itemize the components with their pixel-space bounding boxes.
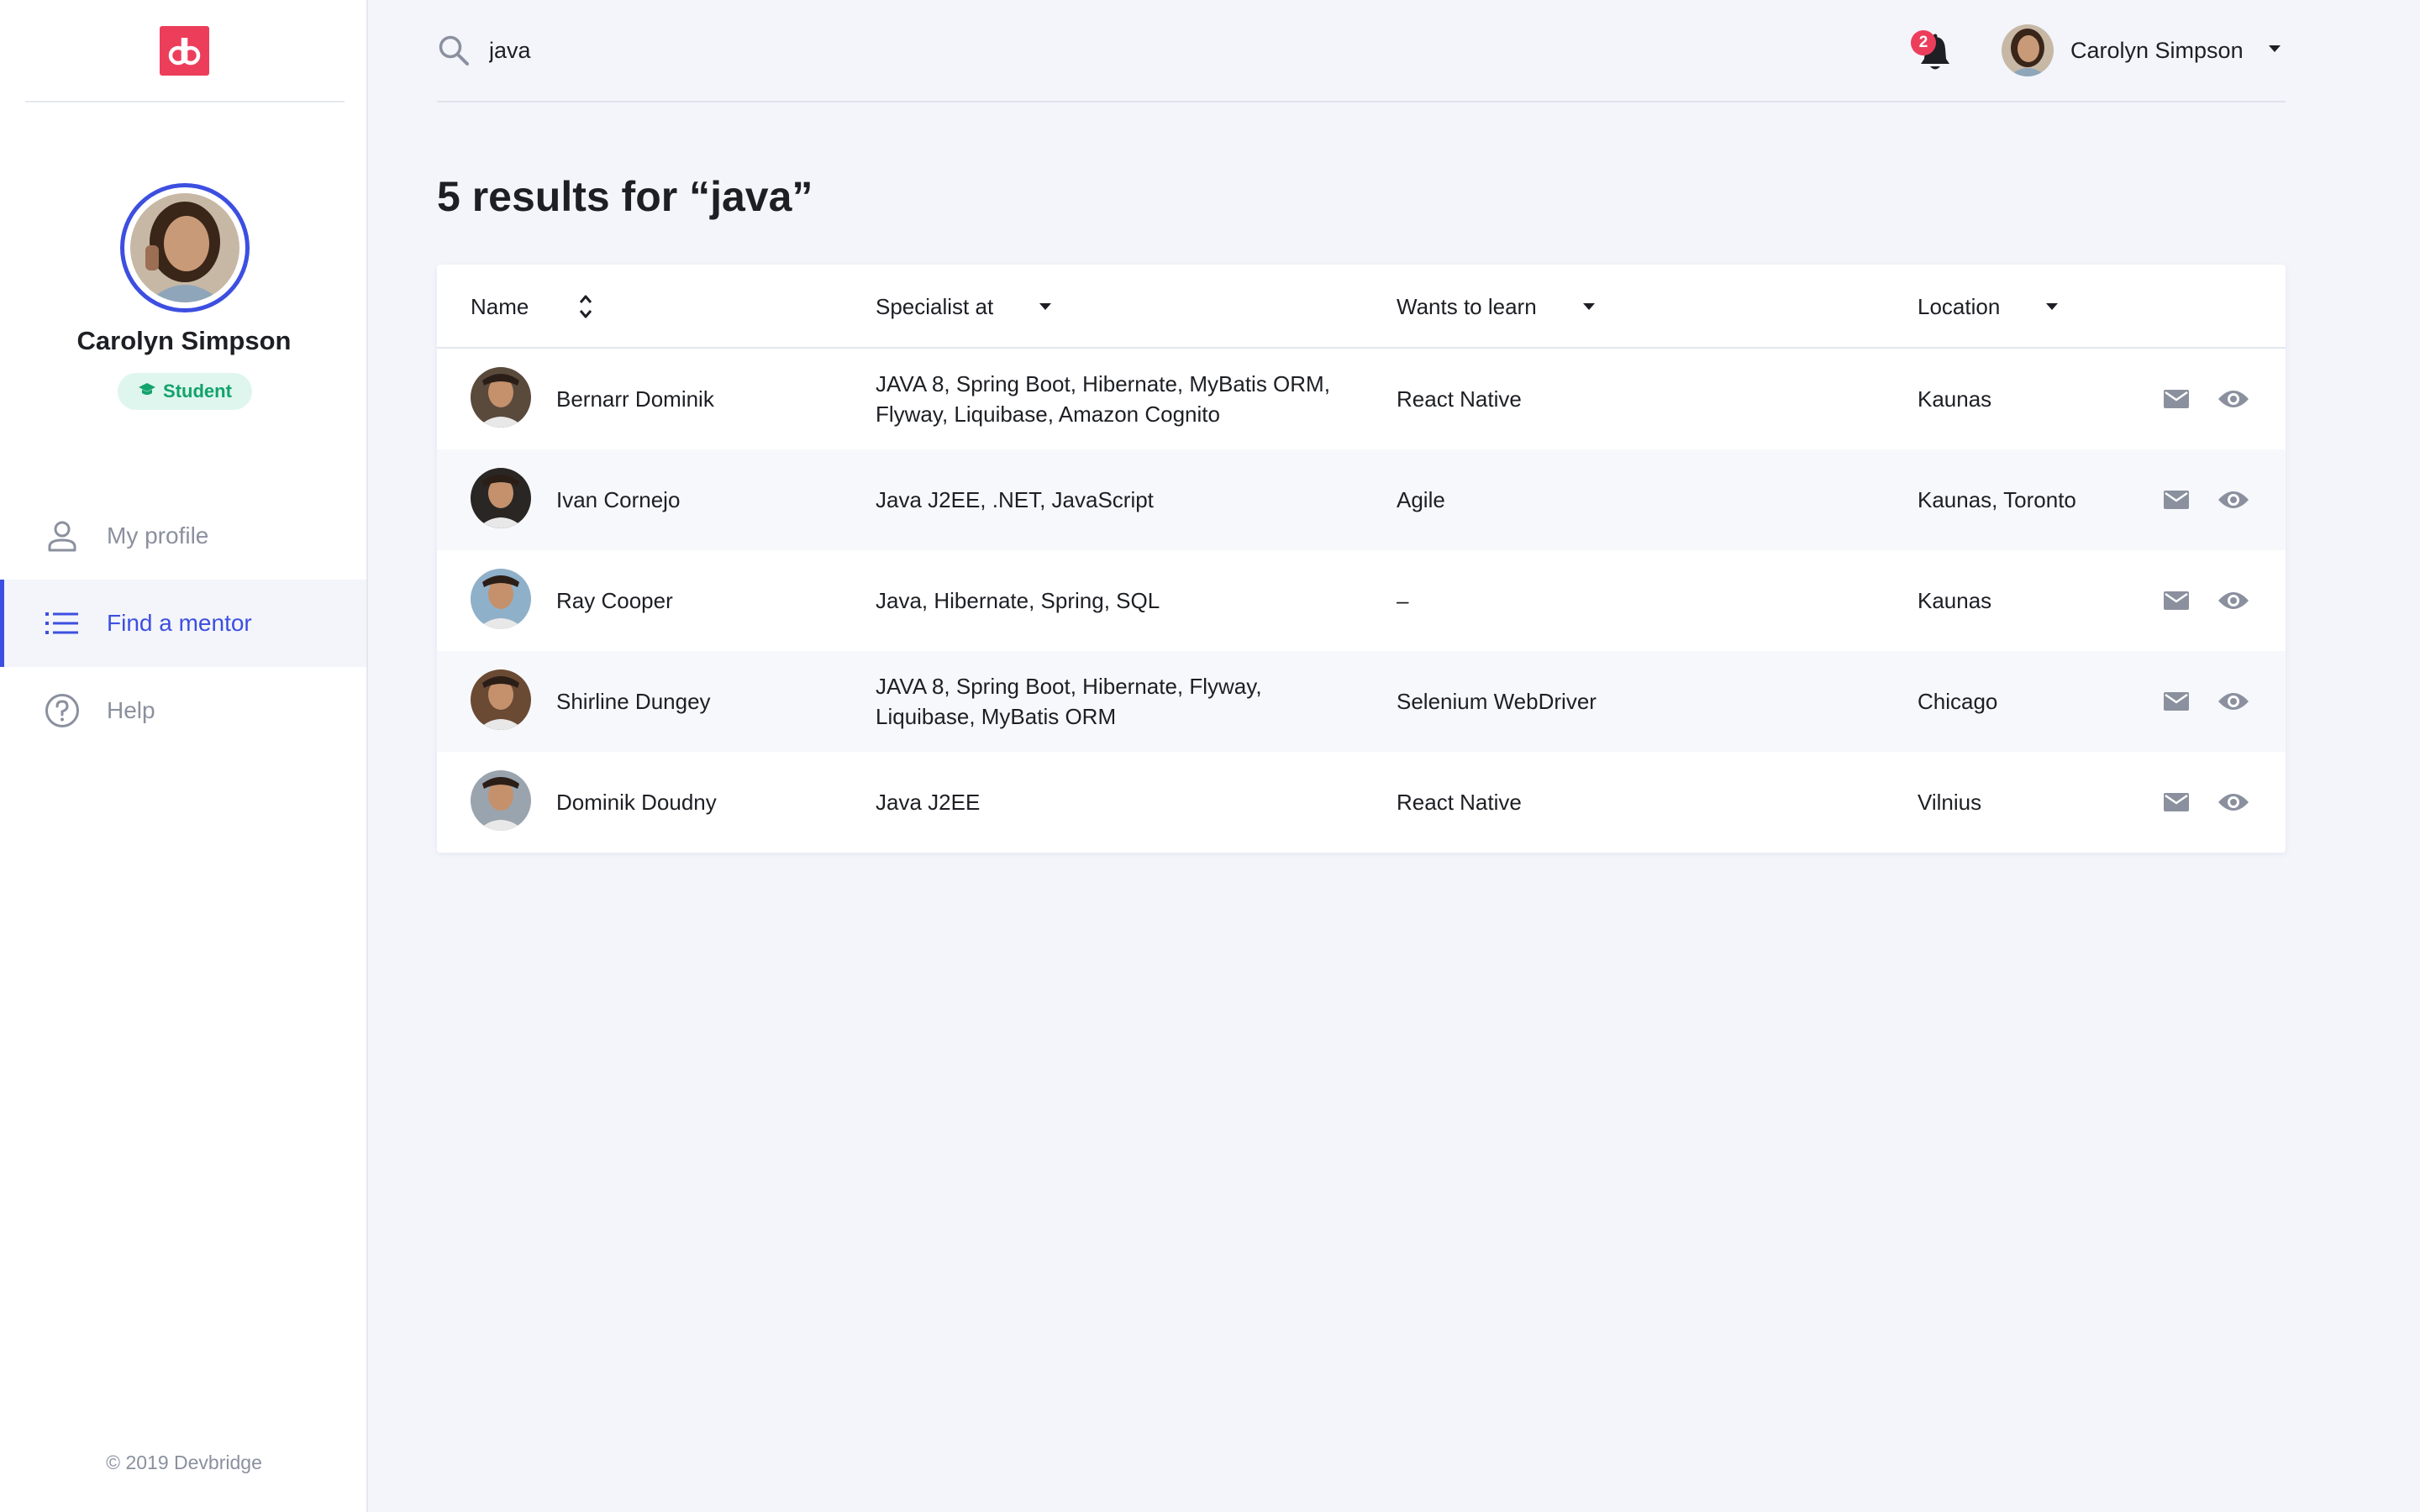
mail-icon[interactable] — [2160, 785, 2193, 819]
specialist-line: Flyway, Liquibase, Amazon Cognito — [876, 402, 1220, 427]
page-title: 5 results for “java” — [437, 173, 813, 220]
table-row[interactable]: Shirline Dungey JAVA 8, Spring Boot, Hibe… — [437, 651, 2286, 752]
specialist-line: JAVA 8, Spring Boot, Hibernate, MyBatis … — [876, 371, 1330, 396]
help-circle-icon — [44, 692, 81, 729]
devbridge-logo[interactable] — [160, 26, 209, 76]
mentor-name[interactable]: Ivan Cornejo — [556, 449, 680, 550]
mentor-specialist-at: JAVA 8, Spring Boot, Hibernate, MyBatis … — [876, 349, 1330, 449]
copyright: © 2019 Devbridge — [106, 1452, 262, 1473]
sort-icon — [557, 293, 592, 320]
sidebar-item-help[interactable]: Help — [0, 667, 366, 754]
search-input[interactable] — [489, 32, 993, 69]
mail-icon[interactable] — [2160, 685, 2193, 718]
column-header-location[interactable]: Location — [1918, 265, 2059, 349]
mail-icon[interactable] — [2160, 483, 2193, 517]
specialist-line: Java, Hibernate, Spring, SQL — [876, 588, 1160, 613]
mentor-name[interactable]: Bernarr Dominik — [556, 349, 714, 449]
sidebar-item-label: Help — [107, 697, 155, 723]
column-label: Name — [471, 293, 529, 319]
mentor-avatar[interactable] — [471, 569, 531, 629]
chevron-down-icon — [2267, 43, 2282, 58]
mentor-location: Vilnius — [1918, 790, 1982, 815]
specialist-line: JAVA 8, Spring Boot, Hibernate, Flyway, — [876, 674, 1262, 699]
sidebar-item-find-a-mentor[interactable]: Find a mentor — [0, 580, 366, 667]
eye-icon[interactable] — [2217, 685, 2250, 718]
column-header-specialist-at[interactable]: Specialist at — [876, 265, 1052, 349]
mentor-specialist-at: Java J2EE, .NET, JavaScript — [876, 449, 1154, 550]
mentor-wants-to-learn: React Native — [1397, 790, 1522, 815]
specialist-line: Java J2EE — [876, 790, 981, 815]
specialist-line: Liquibase, MyBatis ORM — [876, 704, 1117, 729]
profile-avatar[interactable] — [130, 193, 239, 302]
table-row[interactable]: Bernarr Dominik JAVA 8, Spring Boot, Hibe… — [437, 349, 2286, 449]
table-row[interactable]: Ivan Cornejo Java J2EE, .NET, JavaScript A… — [437, 449, 2286, 550]
notifications-button[interactable]: 2 — [1911, 30, 1954, 74]
table-row[interactable]: Dominik Doudny Java J2EE React Native Vilni… — [437, 752, 2286, 853]
top-bar: 2 Carolyn Simpson — [437, 0, 2286, 102]
list-icon — [44, 605, 81, 642]
profile-name: Carolyn Simpson — [76, 326, 292, 355]
eye-icon[interactable] — [2217, 382, 2250, 416]
mentor-wants-to-learn: – — [1397, 588, 1409, 613]
mentor-wants-to-learn: Agile — [1397, 487, 1445, 512]
sidebar-nav: My profile Find a mentor Help — [0, 492, 366, 754]
mentor-specialist-at: JAVA 8, Spring Boot, Hibernate, Flyway, L… — [876, 651, 1262, 752]
user-menu[interactable]: Carolyn Simpson — [2002, 24, 2282, 77]
sidebar-item-label: Find a mentor — [107, 610, 252, 636]
mentor-avatar[interactable] — [471, 770, 531, 831]
column-label: Location — [1918, 293, 2001, 319]
mentor-location: Kaunas — [1918, 386, 1992, 412]
mentor-location: Chicago — [1918, 689, 1998, 714]
notification-count-badge: 2 — [1911, 30, 1936, 55]
mentor-name[interactable]: Ray Cooper — [556, 550, 673, 651]
person-icon — [44, 517, 81, 554]
mentor-name[interactable]: Dominik Doudny — [556, 752, 717, 853]
caret-down-icon — [2023, 302, 2059, 311]
graduation-cap-icon — [138, 381, 156, 402]
eye-icon[interactable] — [2217, 584, 2250, 617]
sidebar-item-my-profile[interactable]: My profile — [0, 492, 366, 580]
user-name: Carolyn Simpson — [2070, 37, 2244, 63]
mentor-location: Kaunas, Toronto — [1918, 487, 2076, 512]
mentor-specialist-at: Java J2EE — [876, 752, 980, 853]
mentor-avatar[interactable] — [471, 468, 531, 528]
role-badge: Student — [118, 373, 252, 410]
search-icon[interactable] — [437, 34, 471, 67]
sidebar: Carolyn Simpson Student My profile Find … — [0, 0, 368, 1512]
mentors-table: Name Specialist at Wants to learn Locati… — [437, 265, 2286, 853]
specialist-line: Java J2EE, .NET, JavaScript — [876, 487, 1154, 512]
mentor-wants-to-learn: React Native — [1397, 386, 1522, 412]
logo-area — [25, 0, 345, 102]
table-row[interactable]: Ray Cooper Java, Hibernate, Spring, SQL – K… — [437, 550, 2286, 651]
role-label: Student — [163, 381, 232, 402]
mentor-specialist-at: Java, Hibernate, Spring, SQL — [876, 550, 1160, 651]
mail-icon[interactable] — [2160, 382, 2193, 416]
user-avatar — [2002, 24, 2054, 76]
column-header-wants-to-learn[interactable]: Wants to learn — [1397, 265, 1596, 349]
column-header-name[interactable]: Name — [471, 265, 592, 349]
mentor-avatar[interactable] — [471, 669, 531, 730]
mentor-name[interactable]: Shirline Dungey — [556, 651, 711, 752]
caret-down-icon — [1560, 302, 1596, 311]
profile-avatar-ring — [120, 183, 250, 312]
mentor-location: Kaunas — [1918, 588, 1992, 613]
mentor-avatar[interactable] — [471, 367, 531, 428]
mail-icon[interactable] — [2160, 584, 2193, 617]
caret-down-icon — [1017, 302, 1052, 311]
mentor-wants-to-learn: Selenium WebDriver — [1397, 689, 1597, 714]
table-header: Name Specialist at Wants to learn Locati… — [437, 265, 2286, 349]
eye-icon[interactable] — [2217, 785, 2250, 819]
column-label: Wants to learn — [1397, 293, 1537, 319]
eye-icon[interactable] — [2217, 483, 2250, 517]
column-label: Specialist at — [876, 293, 994, 319]
sidebar-item-label: My profile — [107, 522, 209, 549]
